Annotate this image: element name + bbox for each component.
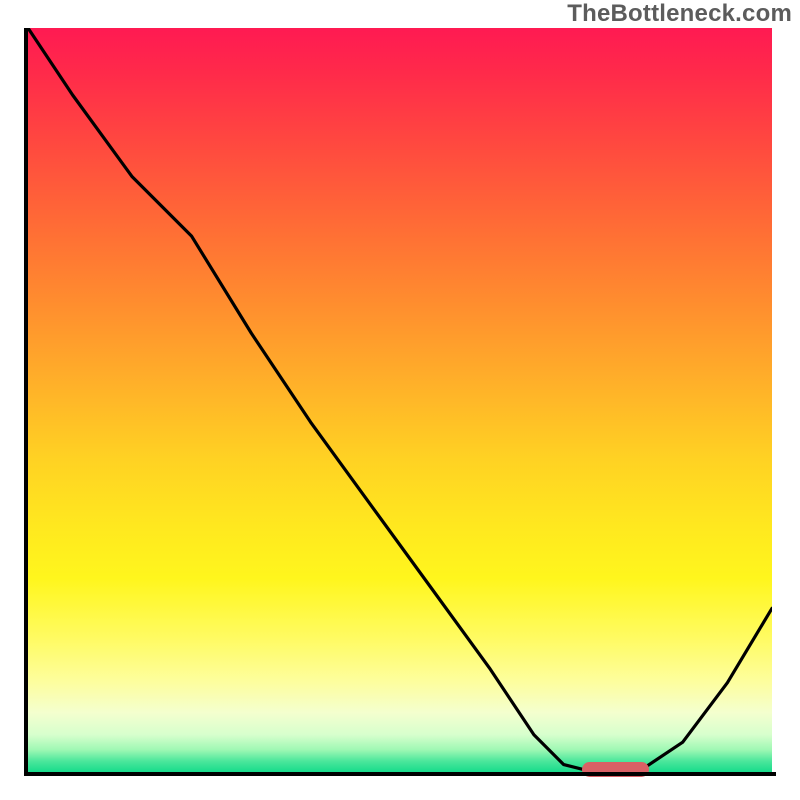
watermark-text: TheBottleneck.com [567, 0, 792, 28]
y-axis [24, 28, 28, 776]
x-axis [24, 772, 776, 776]
chart-frame: TheBottleneck.com [0, 0, 800, 800]
bottleneck-curve [28, 28, 772, 772]
